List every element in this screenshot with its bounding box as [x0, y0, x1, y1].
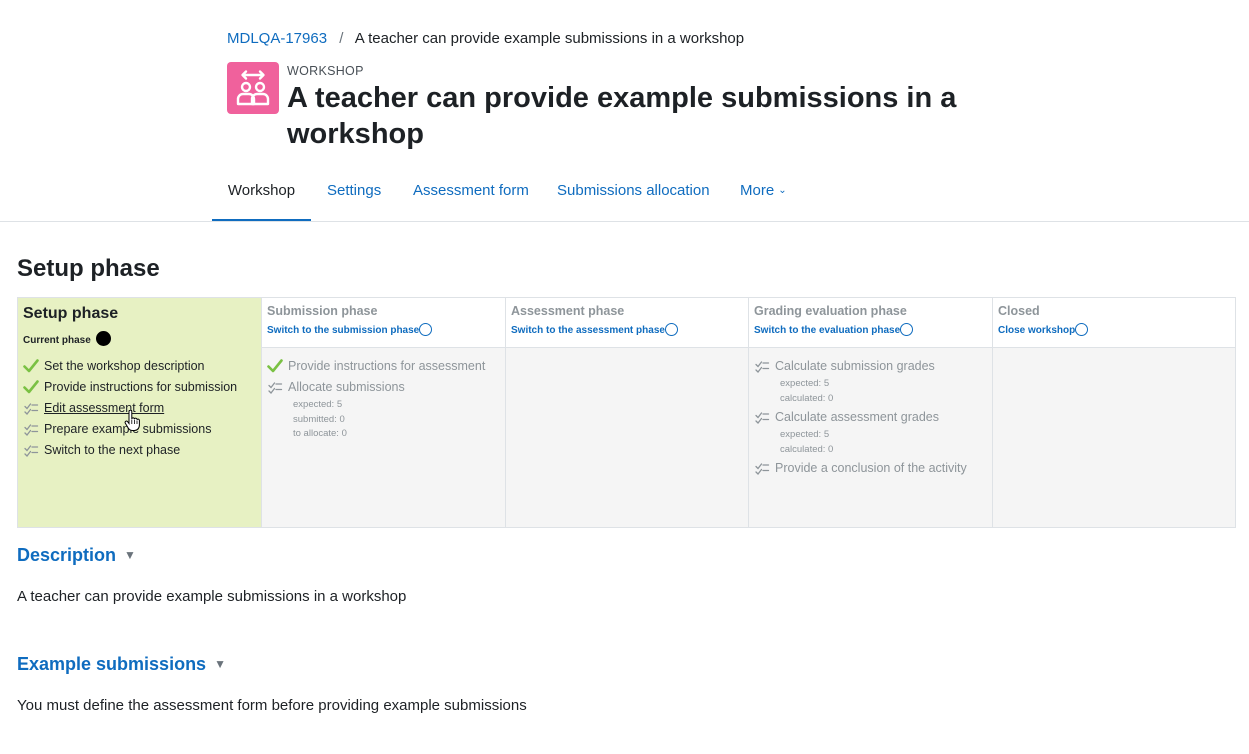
- submission-grades-details: expected: 5 calculated: 0: [754, 377, 988, 406]
- close-workshop-link[interactable]: Close workshop: [998, 323, 1089, 336]
- phase-assessment: Assessment phase Switch to the assessmen…: [505, 298, 748, 527]
- phase-assessment-title: Assessment phase: [511, 304, 625, 318]
- description-title: Description: [17, 545, 117, 565]
- current-phase-label: Current phase: [23, 335, 91, 346]
- detail-to-allocate: to allocate: 0: [293, 428, 347, 439]
- detail-submitted: submitted: 0: [293, 413, 345, 425]
- task-set-description: Set the workshop description: [23, 356, 257, 377]
- detail-calculated: calculated: 0: [780, 392, 834, 404]
- todo-checklist-icon: [755, 361, 770, 373]
- task-label: Calculate submission grades: [775, 359, 935, 373]
- breadcrumb: MDLQA-17963 / A teacher can provide exam…: [227, 30, 744, 47]
- check-icon: [23, 359, 39, 373]
- switch-to-assessment-phase-link[interactable]: Switch to the assessment phase: [511, 323, 678, 336]
- detail-expected: expected: 5: [293, 399, 343, 410]
- switch-phase-circle-icon: [664, 323, 678, 336]
- task-edit-assessment-form: Edit assessment form: [23, 398, 257, 419]
- workshop-planner: Setup phase Current phase Set the worksh…: [17, 297, 1236, 528]
- task-label: Provide a conclusion of the activity: [775, 461, 967, 475]
- todo-checklist-icon: [24, 403, 39, 415]
- detail-expected: expected: 5: [780, 378, 830, 389]
- phase-grading-title: Grading evaluation phase: [754, 304, 907, 318]
- example-submissions-title: Example submissions: [17, 654, 207, 674]
- switch-phase-circle-icon: [1075, 323, 1089, 336]
- todo-checklist-icon: [24, 445, 39, 457]
- switch-phase-circle-icon: [419, 323, 433, 336]
- caret-down-icon: ▼: [124, 548, 136, 562]
- page-title: A teacher can provide example submission…: [287, 82, 957, 150]
- task-label: Calculate assessment grades: [775, 410, 939, 424]
- breadcrumb-parent-link[interactable]: MDLQA-17963: [227, 30, 327, 47]
- phase-closed-title: Closed: [998, 304, 1040, 318]
- phase-heading: Setup phase: [17, 255, 160, 282]
- example-submissions-text: You must define the assessment form befo…: [17, 697, 527, 714]
- task-instructions-submission: Provide instructions for submission: [23, 377, 257, 398]
- phase-grading-header: Grading evaluation phase Switch to the e…: [749, 298, 992, 348]
- example-submissions-toggle[interactable]: Example submissions ▼: [17, 654, 226, 675]
- phase-setup-tasks: Set the workshop description Provide ins…: [23, 356, 257, 461]
- task-label: Prepare example submissions: [44, 422, 212, 436]
- switch-to-evaluation-phase-link[interactable]: Switch to the evaluation phase: [754, 323, 914, 336]
- switch-submission-label: Switch to the submission phase: [267, 325, 420, 336]
- switch-assessment-label: Switch to the assessment phase: [511, 325, 665, 336]
- current-phase-indicator: Current phase: [23, 331, 111, 346]
- phase-closed: Closed Close workshop: [992, 298, 1235, 527]
- tab-more[interactable]: More ⌄: [740, 164, 787, 220]
- phase-assessment-header: Assessment phase Switch to the assessmen…: [506, 298, 748, 348]
- detail-calculated: calculated: 0: [780, 443, 834, 455]
- assessment-grades-details: expected: 5 calculated: 0: [754, 428, 988, 457]
- todo-checklist-icon: [755, 412, 770, 424]
- activity-type-label: WORKSHOP: [287, 64, 364, 78]
- phase-grading-evaluation: Grading evaluation phase Switch to the e…: [748, 298, 992, 527]
- todo-checklist-icon: [268, 382, 283, 394]
- caret-down-icon: ▼: [214, 657, 226, 671]
- switch-evaluation-label: Switch to the evaluation phase: [754, 325, 901, 336]
- task-calculate-submission-grades: Calculate submission grades: [754, 356, 988, 377]
- nav-divider: [0, 221, 1249, 222]
- tab-submissions-allocation[interactable]: Submissions allocation: [557, 164, 710, 220]
- tab-workshop[interactable]: Workshop: [212, 164, 311, 222]
- chevron-down-icon: ⌄: [778, 185, 787, 197]
- description-toggle[interactable]: Description ▼: [17, 545, 136, 566]
- task-provide-conclusion: Provide a conclusion of the activity: [754, 458, 988, 479]
- check-icon: [267, 359, 283, 373]
- task-label: Switch to the next phase: [44, 443, 181, 457]
- phase-setup-header: Setup phase Current phase: [18, 298, 261, 348]
- task-label: Set the workshop description: [44, 359, 205, 373]
- switch-phase-circle-icon: [900, 323, 914, 336]
- phase-submission-title: Submission phase: [267, 304, 378, 318]
- todo-checklist-icon: [24, 424, 39, 436]
- breadcrumb-current: A teacher can provide example submission…: [354, 30, 745, 47]
- phase-closed-header: Closed Close workshop: [993, 298, 1235, 348]
- task-switch-next-phase: Switch to the next phase: [23, 440, 257, 461]
- description-text: A teacher can provide example submission…: [17, 588, 407, 605]
- switch-to-submission-phase-link[interactable]: Switch to the submission phase: [267, 323, 433, 336]
- phase-grading-tasks: Calculate submission grades expected: 5 …: [754, 356, 988, 479]
- tab-more-label: More: [740, 182, 775, 199]
- task-calculate-assessment-grades: Calculate assessment grades: [754, 407, 988, 428]
- close-workshop-label: Close workshop: [998, 325, 1076, 336]
- detail-expected: expected: 5: [780, 429, 830, 440]
- tab-assessment-form[interactable]: Assessment form: [413, 164, 529, 220]
- task-instructions-assessment: Provide instructions for assessment: [267, 356, 501, 377]
- task-label: Provide instructions for assessment: [288, 359, 486, 373]
- phase-submission: Submission phase Switch to the submissio…: [261, 298, 505, 527]
- workshop-icon: [227, 62, 279, 114]
- task-label: Provide instructions for submission: [44, 380, 238, 394]
- phase-submission-header: Submission phase Switch to the submissio…: [262, 298, 505, 348]
- tab-settings[interactable]: Settings: [327, 164, 381, 220]
- current-phase-dot-icon: [95, 331, 111, 346]
- edit-assessment-form-link[interactable]: Edit assessment form: [44, 401, 164, 415]
- breadcrumb-separator: /: [339, 30, 344, 47]
- task-prepare-examples: Prepare example submissions: [23, 419, 257, 440]
- allocate-details: expected: 5 submitted: 0 to allocate: 0: [267, 398, 501, 442]
- todo-checklist-icon: [755, 463, 770, 475]
- task-label: Allocate submissions: [288, 380, 405, 394]
- phase-setup-title: Setup phase: [23, 305, 119, 322]
- check-icon: [23, 380, 39, 394]
- task-allocate-submissions: Allocate submissions: [267, 377, 501, 398]
- phase-submission-tasks: Provide instructions for assessment Allo…: [267, 356, 501, 443]
- phase-setup: Setup phase Current phase Set the worksh…: [18, 298, 261, 527]
